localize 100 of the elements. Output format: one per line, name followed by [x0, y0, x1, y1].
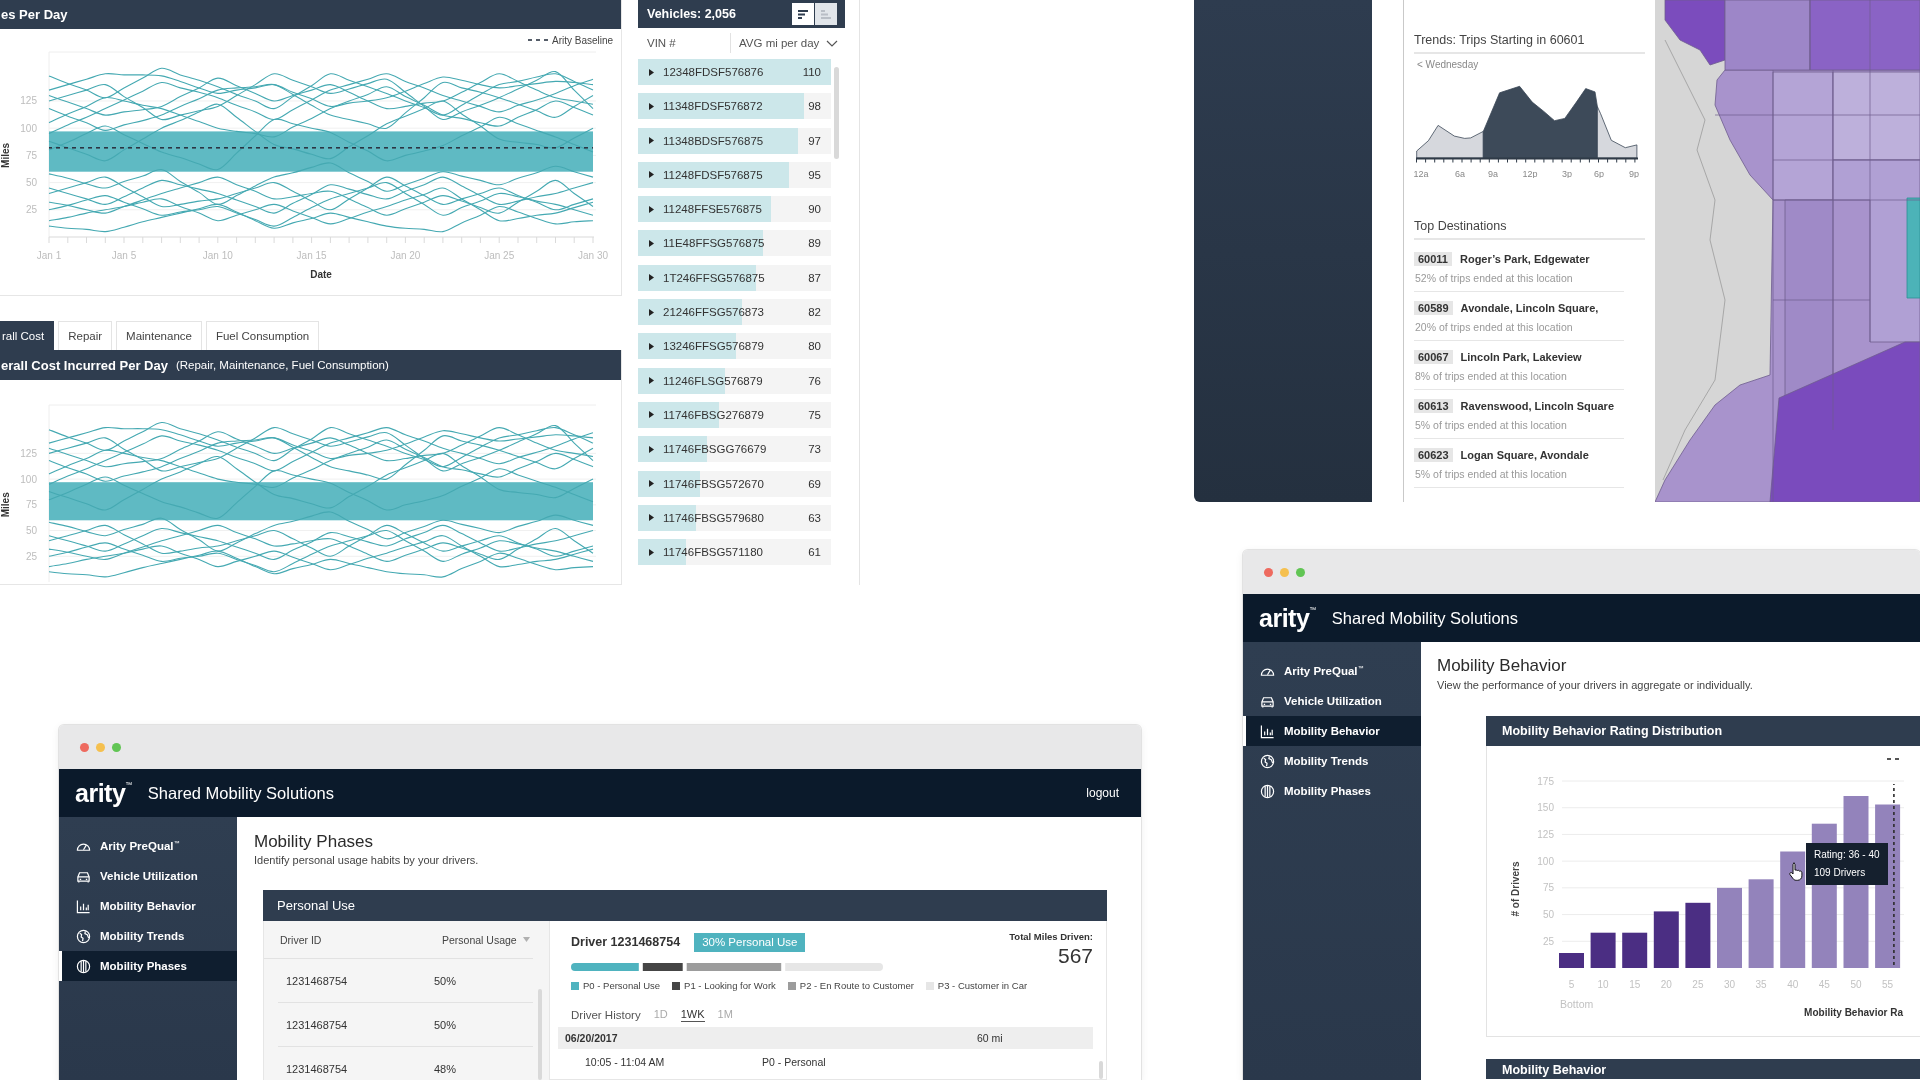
axis-title: Date	[310, 269, 332, 280]
zip-code-tag: 60067	[1414, 350, 1453, 364]
mileage-value: 97	[808, 134, 821, 147]
column-header: VIN #	[646, 37, 677, 49]
range-label: Bottom	[1560, 998, 1594, 1010]
vin-text: 11E48FFSG576875	[663, 237, 765, 250]
y-tick-label: 75	[25, 149, 37, 161]
trip-share-text: 5% of trips ended at this location	[1414, 418, 1568, 432]
distance-text: 60 mi	[977, 1032, 1004, 1044]
driver-name: Driver 1231468754	[571, 935, 681, 949]
page-subtitle: View the performance of your drivers in aggregate or individually.	[1437, 678, 1754, 692]
trip-share-text: 20% of trips ended at this location	[1414, 320, 1574, 334]
table-cell: 50%	[434, 974, 457, 987]
x-tick-label: 50	[1850, 979, 1862, 990]
y-tick-label: 100	[20, 122, 37, 134]
history-label: Driver History	[571, 1009, 641, 1021]
page-title: Mobility Phases	[254, 832, 375, 852]
legend-label: P3 - Customer in Car	[937, 980, 1028, 991]
vin-text: 11246FLSG576879	[663, 374, 763, 387]
destination-name: Logan Square, Avondale	[1460, 449, 1589, 461]
y-tick-label: 75	[1542, 882, 1554, 894]
page-subtitle: Identify personal usage habits by your drivers.	[254, 853, 480, 867]
column-header: Driver ID	[280, 933, 323, 946]
trip-share-text: 5% of trips ended at this location	[1414, 467, 1568, 481]
panel-header: Mobility Behavior	[1486, 1059, 1920, 1079]
x-tick-label: Jan 1	[36, 250, 62, 261]
vin-text: 11746FBSG571180	[663, 546, 763, 559]
mileage-value: 87	[808, 271, 821, 284]
table-cell: 48%	[434, 1062, 457, 1075]
y-tick-label: 125	[20, 447, 37, 459]
vin-text: 11348BDSF576875	[663, 134, 764, 147]
y-tick-label: 125	[20, 95, 37, 107]
trip-phase: P0 - Personal	[762, 1056, 827, 1069]
vin-text: 11248FDSF576875	[663, 168, 763, 181]
table-cell-text: 1231468754	[285, 1062, 349, 1075]
vin-text: 12348FDSF576876	[663, 66, 764, 78]
x-tick-label: 40	[1787, 979, 1799, 990]
y-tick-label: 25	[25, 204, 37, 216]
y-tick-label: 50	[25, 525, 37, 537]
trip-time: 10:05 - 11:04 AM	[585, 1056, 666, 1069]
y-tick-label: 100	[20, 473, 37, 485]
mileage-value: 73	[808, 443, 821, 456]
axis-title: Mobility Behavior Ra	[1804, 1007, 1903, 1018]
destination-name: Roger’s Park, Edgewater	[1460, 253, 1590, 265]
total-miles-label: Total Miles Driven:	[1009, 931, 1093, 942]
panel-header: Mobility Behavior Rating Distribution	[1486, 716, 1920, 746]
x-tick-label: 30	[1723, 979, 1736, 990]
y-tick-label: 50	[25, 177, 37, 189]
mileage-value: 110	[802, 66, 821, 78]
table-cell-text: 1231468754	[285, 974, 349, 987]
panel-title: erall Cost Incurred Per Day	[1, 357, 168, 373]
table-cell: 50%	[434, 1018, 457, 1031]
y-tick-label: 50	[1542, 909, 1554, 921]
panel-title: Vehicles: 2,056	[647, 7, 736, 21]
mileage-value: 90	[808, 203, 821, 216]
destination-name: Lincoln Park, Lakeview	[1460, 351, 1582, 363]
x-tick-label: 35	[1755, 979, 1767, 990]
total-miles-value: 567	[1056, 945, 1093, 967]
legend-label: P1 - Looking for Work	[684, 980, 776, 991]
mileage-value: 76	[808, 374, 821, 387]
y-tick-label: 75	[25, 499, 37, 511]
panel-title: es Per Day	[1, 7, 68, 22]
x-tick-label: Jan 25	[484, 250, 515, 261]
zip-code-tag: 60613	[1414, 399, 1453, 413]
x-tick-label: 6a	[1455, 169, 1465, 178]
legend-label: P0 - Personal Use	[583, 980, 661, 991]
x-tick-label: 45	[1818, 979, 1830, 990]
y-tick-label: 125	[1537, 828, 1554, 840]
y-tick-label: 100	[1537, 855, 1554, 867]
trip-share-text: 52% of trips ended at this location	[1414, 271, 1574, 285]
x-tick-label: Jan 5	[111, 250, 137, 261]
x-tick-label: 9p	[1629, 169, 1639, 178]
logo-text: arity$^{™}$	[75, 779, 132, 807]
x-tick-label: 12a	[1414, 169, 1429, 178]
app-title: Shared Mobility Solutions	[147, 783, 334, 803]
vin-text: 11746FBSGG76679	[663, 443, 767, 456]
section-title: Trends: Trips Starting in 60601	[1414, 32, 1645, 54]
y-tick-label: 175	[1537, 775, 1554, 787]
legend-label: Arity Baseline	[552, 34, 614, 46]
page-title: Mobility Behavior	[1437, 656, 1568, 676]
mileage-value: 63	[808, 511, 821, 524]
x-tick-label: 9a	[1488, 169, 1498, 178]
table-cell-text: 1231468754	[285, 1018, 349, 1031]
y-tick-label: 25	[25, 550, 37, 562]
usage-badge: 30% Personal Use	[694, 932, 806, 952]
vin-text: 11746FBSG572670	[663, 477, 764, 490]
section-title: Top Destinations	[1414, 218, 1645, 240]
mileage-value: 69	[808, 477, 821, 490]
legend-label: P2 - En Route to Customer	[799, 980, 914, 991]
x-tick-label: 10	[1597, 979, 1609, 990]
mileage-value: 75	[808, 408, 821, 421]
mileage-value: 80	[808, 340, 821, 353]
destination-name: Avondale, Lincoln Square,	[1460, 302, 1599, 314]
vin-text: 21246FFSG576873	[663, 306, 765, 319]
x-tick-label: 5	[1568, 979, 1575, 990]
x-tick-label: 12p	[1522, 169, 1538, 178]
zip-code-tag: 60011	[1414, 252, 1452, 266]
vin-text: 11348FDSF576872	[663, 100, 763, 113]
x-tick-label: Jan 10	[202, 250, 233, 261]
tooltip-title: Rating: 36 - 40	[1814, 848, 1880, 862]
